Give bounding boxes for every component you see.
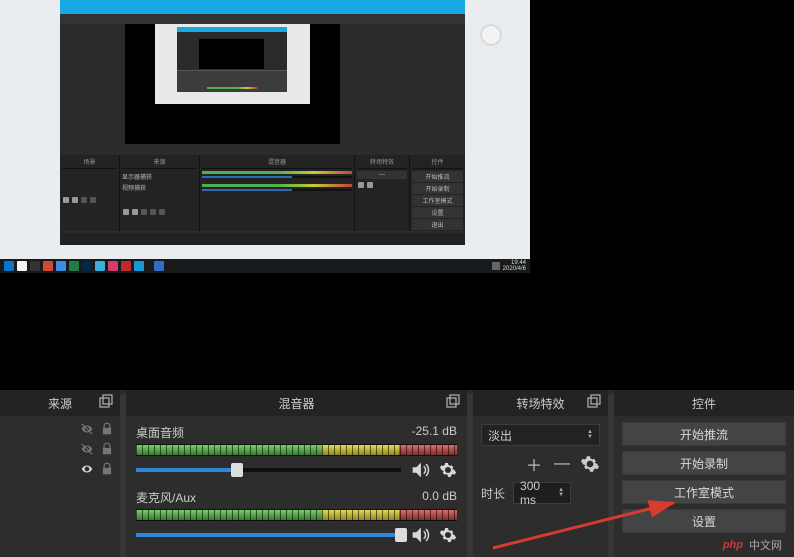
inner-obs-preview (125, 24, 340, 144)
mixer-panel: 混音器 桌面音频 -25.1 dB (126, 390, 467, 557)
inner-source-1: 显示器捕获 (122, 171, 197, 182)
preview-frame: 场景 来源 显示器捕获 视频捕获 混音器 转 (0, 0, 545, 390)
inner-exit: 退出 (412, 219, 463, 230)
speaker-icon[interactable] (409, 524, 431, 546)
channel-name: 麦克风/Aux (136, 489, 196, 506)
transition-selected: 淡出 (488, 427, 512, 444)
nested-obs (177, 27, 287, 92)
lock-icon[interactable] (100, 442, 114, 456)
visibility-off-icon[interactable] (80, 422, 94, 436)
transitions-panel: 转场特效 淡出 ▲▼ ＋ — 时长 300 ms ▲▼ (473, 390, 608, 557)
source-row-2[interactable] (6, 442, 114, 456)
visibility-on-icon[interactable] (80, 462, 94, 476)
volume-slider-2[interactable] (136, 533, 401, 537)
inner-ctrl-title: 控件 (412, 157, 463, 169)
bottom-dock: 来源 混音器 桌面音频 -25.1 dB (0, 390, 794, 557)
channel-settings-icon[interactable] (439, 461, 457, 479)
duration-label: 时长 (481, 485, 505, 502)
controls-panel: 控件 开始推流 开始录制 工作室模式 设置 (614, 390, 794, 557)
duration-input[interactable]: 300 ms ▲▼ (513, 482, 571, 504)
source-row-3[interactable] (6, 462, 114, 476)
watermark: php 中文网 (723, 537, 782, 553)
channel-db: -25.1 dB (412, 424, 457, 441)
start-record-button[interactable]: 开始录制 (622, 451, 786, 475)
watermark-site: 中文网 (749, 537, 782, 553)
preview-side-space (545, 0, 794, 390)
inner-start-stream: 开始推流 (412, 171, 463, 182)
inner-obs-statusbar (60, 233, 465, 245)
inner-sources-title: 来源 (122, 157, 197, 169)
assist-bubble-icon (482, 26, 500, 44)
channel-name: 桌面音频 (136, 424, 184, 441)
inner-scenes-title: 场景 (62, 157, 117, 169)
inner-trans-title: 转场特效 (357, 157, 407, 169)
inner-obs-titlebar (60, 0, 465, 14)
duration-value: 300 ms (520, 479, 558, 507)
start-stream-button[interactable]: 开始推流 (622, 422, 786, 446)
mixer-title: 混音器 (278, 395, 314, 412)
transition-select[interactable]: 淡出 ▲▼ (481, 424, 600, 446)
lock-icon[interactable] (100, 422, 114, 436)
sources-panel: 来源 (0, 390, 120, 557)
inner-obs-menubar (60, 14, 465, 24)
captured-desktop: 场景 来源 显示器捕获 视频捕获 混音器 转 (0, 0, 530, 273)
channel-settings-icon[interactable] (439, 526, 457, 544)
studio-mode-button[interactable]: 工作室模式 (622, 480, 786, 504)
inner-source-2: 视频捕获 (122, 182, 197, 193)
inner-studio: 工作室模式 (412, 195, 463, 206)
preview-area: 场景 来源 显示器捕获 视频捕获 混音器 转 (0, 0, 794, 390)
vu-meter-2 (136, 509, 457, 521)
nested-desktop (155, 24, 310, 104)
transitions-popout-icon[interactable] (586, 394, 602, 410)
visibility-off-icon[interactable] (80, 442, 94, 456)
settings-button[interactable]: 设置 (622, 509, 786, 533)
inner-obs-dock: 场景 来源 显示器捕获 视频捕获 混音器 转 (60, 155, 465, 231)
channel-db: 0.0 dB (422, 489, 457, 506)
watermark-brand: php (723, 539, 743, 551)
clock-date: 2020/4/6 (503, 266, 526, 272)
controls-title: 控件 (692, 395, 716, 412)
lock-icon[interactable] (100, 462, 114, 476)
mixer-channel-desktop: 桌面音频 -25.1 dB (136, 424, 457, 481)
transition-settings-icon[interactable] (580, 454, 600, 474)
inner-obs-window: 场景 来源 显示器捕获 视频捕获 混音器 转 (60, 0, 465, 245)
vu-meter-1 (136, 444, 457, 456)
speaker-icon[interactable] (409, 459, 431, 481)
add-transition-button[interactable]: ＋ (524, 454, 544, 474)
inner-start-record: 开始录制 (412, 183, 463, 194)
mixer-channel-mic: 麦克风/Aux 0.0 dB (136, 489, 457, 546)
captured-taskbar: 19:44 2020/4/6 (0, 259, 530, 273)
mixer-popout-icon[interactable] (445, 394, 461, 410)
inner-mixer-title: 混音器 (202, 157, 352, 169)
sources-title: 来源 (48, 395, 72, 412)
inner-settings: 设置 (412, 207, 463, 218)
sources-popout-icon[interactable] (98, 394, 114, 410)
remove-transition-button[interactable]: — (552, 454, 572, 474)
source-row-1[interactable] (6, 422, 114, 436)
transitions-title: 转场特效 (516, 395, 564, 412)
volume-slider-1[interactable] (136, 468, 401, 472)
